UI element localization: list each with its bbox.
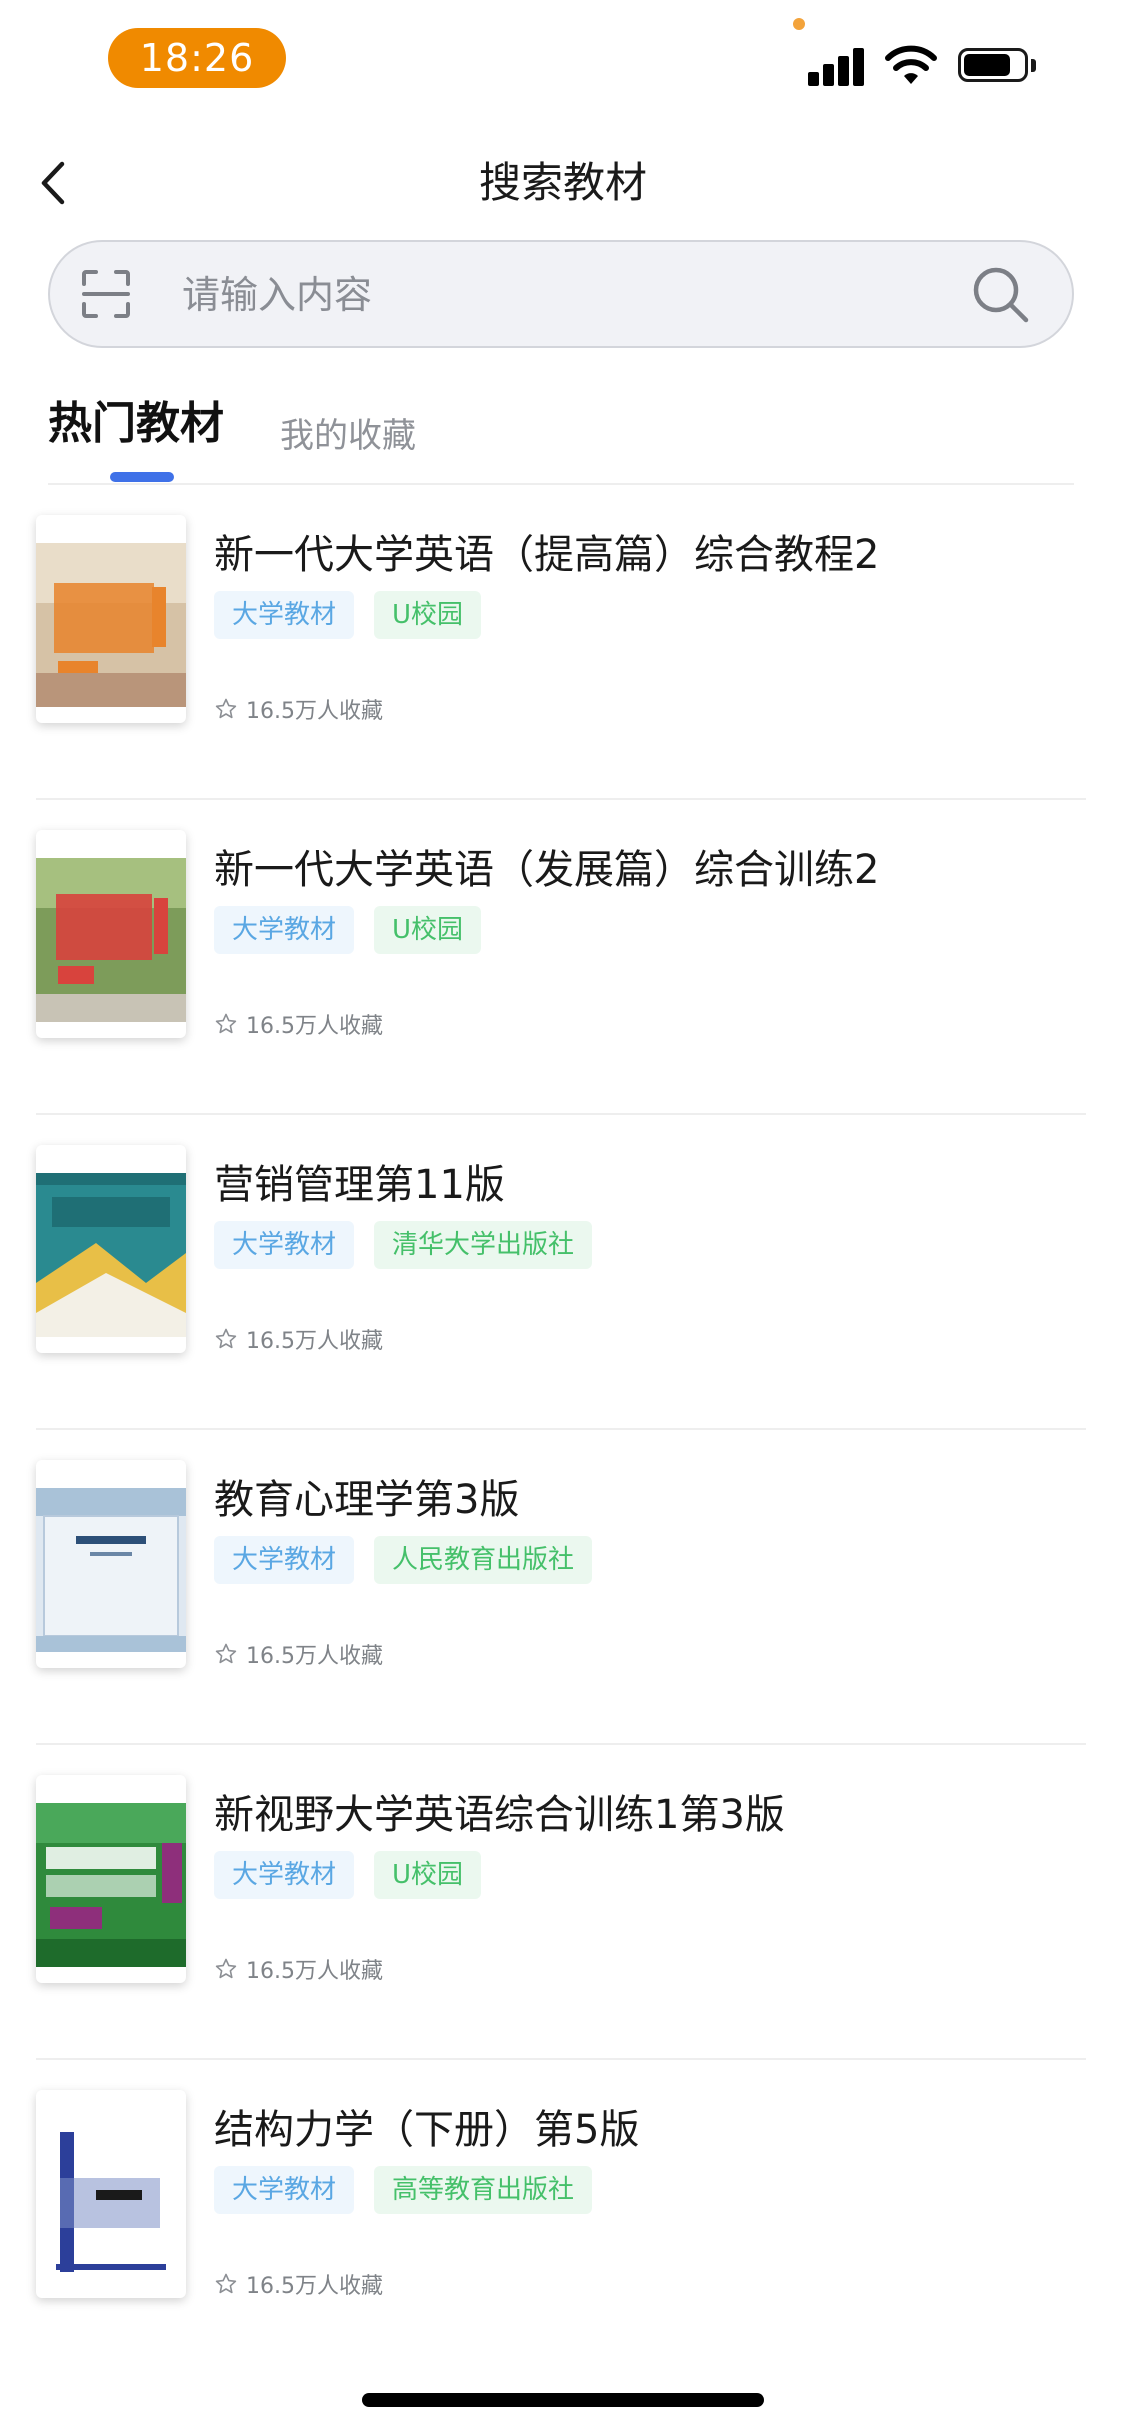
book-cover-image — [36, 2090, 186, 2298]
book-item[interactable]: 新一代大学英语（提高篇）综合教程2 大学教材 U校园 16.5万人收藏 — [0, 485, 1126, 800]
book-cover-image — [36, 1775, 186, 1983]
tag-publisher: U校园 — [374, 591, 482, 639]
book-item[interactable]: 结构力学（下册）第5版 大学教材 高等教育出版社 16.5万人收藏 — [0, 2060, 1126, 2375]
star-icon — [215, 1013, 237, 1034]
favorites-label: 16.5万人收藏 — [246, 699, 383, 724]
star-icon — [215, 2273, 237, 2294]
star-icon — [215, 1958, 237, 1979]
star-icon — [215, 698, 237, 719]
favorites-label: 16.5万人收藏 — [246, 1014, 383, 1039]
favorites-count: 16.5万人收藏 — [214, 1638, 383, 1670]
back-icon[interactable] — [30, 150, 80, 216]
tag-category: 大学教材 — [214, 1536, 355, 1584]
favorites-count: 16.5万人收藏 — [214, 2268, 383, 2300]
book-item[interactable]: 教育心理学第3版 大学教材 人民教育出版社 16.5万人收藏 — [0, 1430, 1126, 1745]
book-title: 新一代大学英语（提高篇）综合教程2 — [214, 532, 880, 578]
tag-category: 大学教材 — [214, 2166, 355, 2214]
scan-icon[interactable] — [80, 268, 132, 320]
book-title: 新一代大学英语（发展篇）综合训练2 — [214, 847, 880, 893]
book-item[interactable]: 营销管理第11版 大学教材 清华大学出版社 16.5万人收藏 — [0, 1115, 1126, 1430]
book-title: 结构力学（下册）第5版 — [214, 2107, 640, 2153]
favorites-label: 16.5万人收藏 — [246, 1644, 383, 1669]
book-item[interactable]: 新视野大学英语综合训练1第3版 大学教材 U校园 16.5万人收藏 — [0, 1745, 1126, 2060]
status-time: 18:26 — [108, 28, 286, 88]
favorites-count: 16.5万人收藏 — [214, 1953, 383, 1985]
tag-publisher: 高等教育出版社 — [374, 2166, 593, 2214]
book-title: 营销管理第11版 — [214, 1162, 505, 1208]
home-indicator[interactable] — [362, 2393, 764, 2407]
cellular-signal-icon — [808, 46, 866, 86]
tag-publisher: 清华大学出版社 — [374, 1221, 593, 1269]
book-cover-image — [36, 1460, 186, 1668]
favorites-count: 16.5万人收藏 — [214, 693, 383, 725]
search-input[interactable] — [180, 262, 964, 328]
tag-category: 大学教材 — [214, 906, 355, 954]
book-item[interactable]: 新一代大学英语（发展篇）综合训练2 大学教材 U校园 16.5万人收藏 — [0, 800, 1126, 1115]
privacy-indicator-dot — [793, 18, 805, 30]
favorites-label: 16.5万人收藏 — [246, 1959, 383, 1984]
page-title: 搜索教材 — [478, 158, 647, 207]
favorites-count: 16.5万人收藏 — [214, 1008, 383, 1040]
status-bar: 18:26 — [0, 0, 1126, 120]
book-list: 新一代大学英语（提高篇）综合教程2 大学教材 U校园 16.5万人收藏 新一代大… — [0, 485, 1126, 2375]
battery-icon — [958, 48, 1038, 84]
book-cover-image — [36, 1145, 186, 1353]
book-tags: 大学教材 U校园 — [214, 906, 482, 954]
book-title: 新视野大学英语综合训练1第3版 — [214, 1792, 785, 1838]
star-icon — [215, 1643, 237, 1664]
tab-hot-textbooks[interactable]: 热门教材 — [48, 392, 224, 456]
book-title: 教育心理学第3版 — [214, 1477, 520, 1523]
tag-category: 大学教材 — [214, 591, 355, 639]
search-bar[interactable] — [48, 240, 1074, 348]
book-cover-image — [36, 830, 186, 1038]
book-cover-image — [36, 515, 186, 723]
tag-publisher: U校园 — [374, 906, 482, 954]
tag-category: 大学教材 — [214, 1221, 355, 1269]
wifi-icon — [885, 45, 937, 84]
tag-category: 大学教材 — [214, 1851, 355, 1899]
book-tags: 大学教材 清华大学出版社 — [214, 1221, 593, 1269]
favorites-label: 16.5万人收藏 — [246, 2274, 383, 2299]
tag-publisher: U校园 — [374, 1851, 482, 1899]
book-tags: 大学教材 U校园 — [214, 591, 482, 639]
tag-publisher: 人民教育出版社 — [374, 1536, 593, 1584]
book-tags: 大学教材 高等教育出版社 — [214, 2166, 593, 2214]
tab-my-favorites[interactable]: 我的收藏 — [280, 410, 416, 462]
star-icon — [215, 1328, 237, 1349]
search-icon[interactable] — [968, 262, 1032, 326]
book-tags: 大学教材 U校园 — [214, 1851, 482, 1899]
active-tab-indicator — [110, 472, 174, 482]
favorites-count: 16.5万人收藏 — [214, 1323, 383, 1355]
favorites-label: 16.5万人收藏 — [246, 1329, 383, 1354]
book-tags: 大学教材 人民教育出版社 — [214, 1536, 593, 1584]
